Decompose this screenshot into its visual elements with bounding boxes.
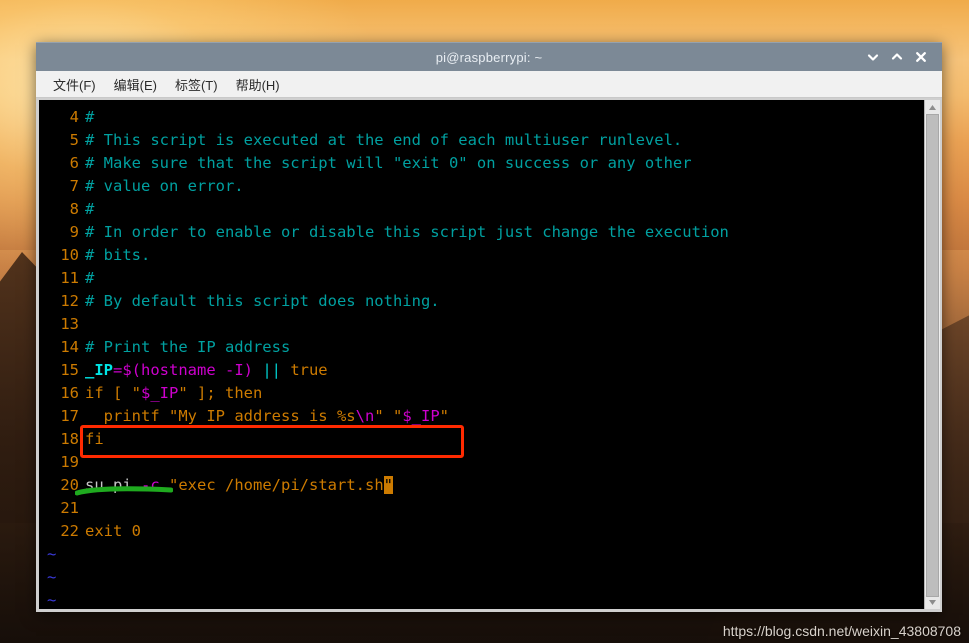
window-title: pi@raspberrypi: ~ [435,49,543,65]
line-number: 13 [60,315,79,333]
code-line: 19 [39,451,924,474]
line-content: # By default this script does nothing. [85,292,440,310]
blog-watermark: https://blog.csdn.net/weixin_43808708 [722,623,961,639]
line-content: # In order to enable or disable this scr… [85,223,729,241]
line-number: 10 [60,246,79,264]
code-line: 14 # Print the IP address [39,336,924,359]
window-controls [862,46,942,68]
token-keyword: true [290,361,328,379]
line-number: 19 [60,453,79,471]
line-number: 12 [60,292,79,310]
code-line: 10 # bits. [39,244,924,267]
code-line: 13 [39,313,924,336]
line-number: 20 [60,476,79,494]
code-line: 15 _IP=$(hostname -I) || true [39,359,924,382]
terminal-window: pi@raspberrypi: ~ 文件(F) 编辑(E) 标签(T) 帮助(H… [36,42,942,612]
terminal-scrollbar[interactable] [924,100,940,609]
code-line: 21 [39,497,924,520]
menu-file[interactable]: 文件(F) [44,72,105,97]
token-quote: " [178,384,188,402]
token-flag: -c [141,476,160,494]
line-number: 5 [69,131,79,149]
token-command: printf [85,407,169,425]
token-variable: _IP [85,361,113,379]
line-number: 21 [60,499,79,517]
line-content: # [85,269,95,287]
token-keyword: ]; then [187,384,263,402]
code-line: 12 # By default this script does nothing. [39,290,924,313]
token-operator: || [252,361,291,379]
line-number: 4 [69,108,79,126]
token-quote: " [439,407,449,425]
line-content: # [85,108,95,126]
editor-code-area: 4 # 5 # This script is executed at the end… [39,100,924,609]
menu-tabs[interactable]: 标签(T) [166,72,227,97]
token-variable: $_IP [141,384,179,402]
line-number: 9 [69,223,79,241]
line-content: # Make sure that the script will "exit 0… [85,154,692,172]
code-line: 7 # value on error. [39,175,924,198]
code-line-highlighted: 20 su pi -c "exec /home/pi/start.sh" [39,474,924,497]
line-number: 7 [69,177,79,195]
scroll-down-arrow-icon[interactable] [925,595,940,609]
token-quote: " [392,407,403,425]
line-number: 17 [60,407,79,425]
token-string: "My IP address is %s [169,407,356,425]
close-icon[interactable] [910,46,932,68]
scroll-up-arrow-icon[interactable] [925,100,940,114]
code-line: 17 printf "My IP address is %s\n" "$_IP" [39,405,924,428]
line-number: 15 [60,361,79,379]
line-number: 6 [69,154,79,172]
tilde-marker: ~ [47,545,57,563]
menu-edit[interactable]: 编辑(E) [105,72,166,97]
line-number: 14 [60,338,79,356]
token-string: "exec /home/pi/start.sh [169,476,384,494]
line-content: # [85,200,95,218]
code-line: 16 if [ "$_IP" ]; then [39,382,924,405]
token-keyword: fi [85,430,104,448]
token-escape: \n [355,407,375,425]
token-variable: $_IP [402,407,440,425]
line-content: # This script is executed at the end of … [85,131,683,149]
line-number: 8 [69,200,79,218]
code-line: 6 # Make sure that the script will "exit … [39,152,924,175]
line-content: # value on error. [85,177,244,195]
code-line: 8 # [39,198,924,221]
code-line: 22 exit 0 [39,520,924,543]
code-line: 5 # This script is executed at the end of… [39,129,924,152]
terminal-body: 4 # 5 # This script is executed at the end… [36,98,942,612]
token-keyword: exit 0 [85,522,141,540]
menu-help[interactable]: 帮助(H) [227,72,289,97]
line-content: # bits. [85,246,151,264]
window-titlebar[interactable]: pi@raspberrypi: ~ [36,42,942,71]
code-line: 9 # In order to enable or disable this sc… [39,221,924,244]
line-number: 18 [60,430,79,448]
empty-line-marker: ~ [39,543,924,566]
line-number: 11 [60,269,79,287]
token-quote: " [131,384,142,402]
terminal-screen[interactable]: 4 # 5 # This script is executed at the end… [39,100,924,609]
text-cursor: " [383,476,393,494]
code-line: 11 # [39,267,924,290]
maximize-icon[interactable] [886,46,908,68]
scrollbar-track[interactable] [925,114,940,597]
minimize-icon[interactable] [862,46,884,68]
code-line: 4 # [39,106,924,129]
editor-status-line: 20,33 底 端 [39,582,924,609]
line-content: # Print the IP address [85,338,291,356]
token-string: " [374,407,393,425]
code-line: 18 fi [39,428,924,451]
token-command: su pi [85,476,141,494]
cursor-position: 20,33 [725,605,772,609]
token-keyword: if [ [85,384,132,402]
token-assignment: =$(hostname -I) [113,361,253,379]
line-number: 16 [60,384,79,402]
line-number: 22 [60,522,79,540]
menu-bar: 文件(F) 编辑(E) 标签(T) 帮助(H) [36,71,942,98]
scrollbar-thumb[interactable] [926,114,939,597]
